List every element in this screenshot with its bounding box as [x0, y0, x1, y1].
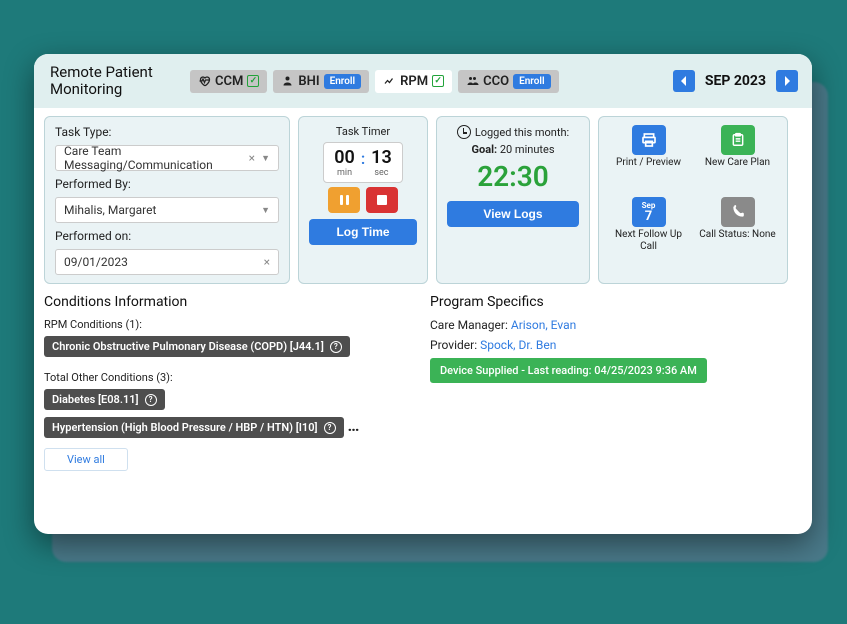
view-logs-button[interactable]: View Logs	[447, 201, 579, 227]
user-icon	[281, 75, 294, 87]
task-type-select[interactable]: Care Team Messaging/Communication × ▼	[55, 145, 279, 171]
print-preview-button[interactable]: Print / Preview	[609, 125, 688, 191]
enroll-badge[interactable]: Enroll	[324, 74, 362, 89]
other-conditions-label: Total Other Conditions (3):	[44, 371, 416, 384]
help-icon[interactable]: ?	[324, 422, 336, 434]
phone-icon	[721, 197, 755, 227]
log-time-button[interactable]: Log Time	[309, 219, 417, 245]
actions-panel: Print / Preview New Care Plan Sep 7 Next…	[598, 116, 788, 284]
condition-chip[interactable]: Diabetes [E08.11]?	[44, 389, 165, 410]
rpm-conditions-label: RPM Conditions (1):	[44, 318, 416, 331]
enroll-badge[interactable]: Enroll	[513, 74, 551, 89]
calendar-icon: Sep 7	[632, 197, 666, 227]
logged-total: 22:30	[477, 160, 549, 193]
pause-icon	[340, 195, 349, 205]
view-all-button[interactable]: View all	[44, 448, 128, 471]
print-icon	[632, 125, 666, 155]
device-status-badge: Device Supplied - Last reading: 04/25/20…	[430, 358, 707, 383]
call-status-button[interactable]: Call Status: None	[698, 197, 777, 275]
page-title: Remote Patient Monitoring	[50, 64, 180, 98]
check-icon: ✓	[432, 75, 444, 87]
next-followup-button[interactable]: Sep 7 Next Follow Up Call	[609, 197, 688, 275]
task-type-label: Task Type:	[55, 125, 279, 139]
program-title: Program Specifics	[430, 294, 802, 310]
users-icon	[466, 75, 479, 87]
tab-ccm[interactable]: CCM ✓	[190, 70, 267, 93]
more-indicator: …	[348, 416, 360, 435]
heart-icon	[198, 75, 211, 87]
tab-bhi[interactable]: BHI Enroll	[273, 70, 369, 93]
conditions-section: Conditions Information RPM Conditions (1…	[44, 294, 416, 471]
conditions-title: Conditions Information	[44, 294, 416, 310]
help-icon[interactable]: ?	[145, 394, 157, 406]
chart-icon	[383, 75, 396, 87]
stop-icon	[377, 195, 387, 205]
program-tabs: CCM ✓ BHI Enroll RPM ✓	[190, 70, 559, 93]
care-manager-link[interactable]: Arison, Evan	[511, 318, 576, 332]
chevron-down-icon[interactable]: ▼	[261, 153, 270, 164]
clock-icon	[457, 125, 471, 139]
condition-chip[interactable]: Hypertension (High Blood Pressure / HBP …	[44, 417, 344, 438]
task-panel: Task Type: Care Team Messaging/Communica…	[44, 116, 290, 284]
next-month-button[interactable]	[776, 70, 798, 92]
clipboard-icon	[721, 125, 755, 155]
clear-icon[interactable]: ×	[264, 255, 270, 269]
month-label: SEP 2023	[701, 73, 770, 89]
pause-button[interactable]	[328, 187, 360, 213]
stop-button[interactable]	[366, 187, 398, 213]
prev-month-button[interactable]	[673, 70, 695, 92]
condition-chip[interactable]: Chronic Obstructive Pulmonary Disease (C…	[44, 336, 350, 357]
performed-by-select[interactable]: Mihalis, Margaret ▼	[55, 197, 279, 223]
tab-rpm[interactable]: RPM ✓	[375, 70, 452, 93]
timer-panel: Task Timer 00min : 13sec Log Time	[298, 116, 428, 284]
chevron-down-icon[interactable]: ▼	[261, 205, 270, 216]
performed-on-label: Performed on:	[55, 229, 279, 243]
performed-on-input[interactable]: 09/01/2023 ×	[55, 249, 279, 275]
tab-cco[interactable]: CCO Enroll	[458, 70, 559, 93]
timer-label: Task Timer	[336, 125, 390, 138]
timer-display: 00min : 13sec	[323, 142, 403, 183]
help-icon[interactable]: ?	[330, 341, 342, 353]
performed-by-label: Performed By:	[55, 177, 279, 191]
new-care-plan-button[interactable]: New Care Plan	[698, 125, 777, 191]
program-section: Program Specifics Care Manager: Arison, …	[430, 294, 802, 471]
provider-link[interactable]: Spock, Dr. Ben	[480, 338, 556, 352]
logged-panel: Logged this month: Goal: 20 minutes 22:3…	[436, 116, 590, 284]
clear-icon[interactable]: ×	[249, 151, 255, 165]
check-icon: ✓	[247, 75, 259, 87]
